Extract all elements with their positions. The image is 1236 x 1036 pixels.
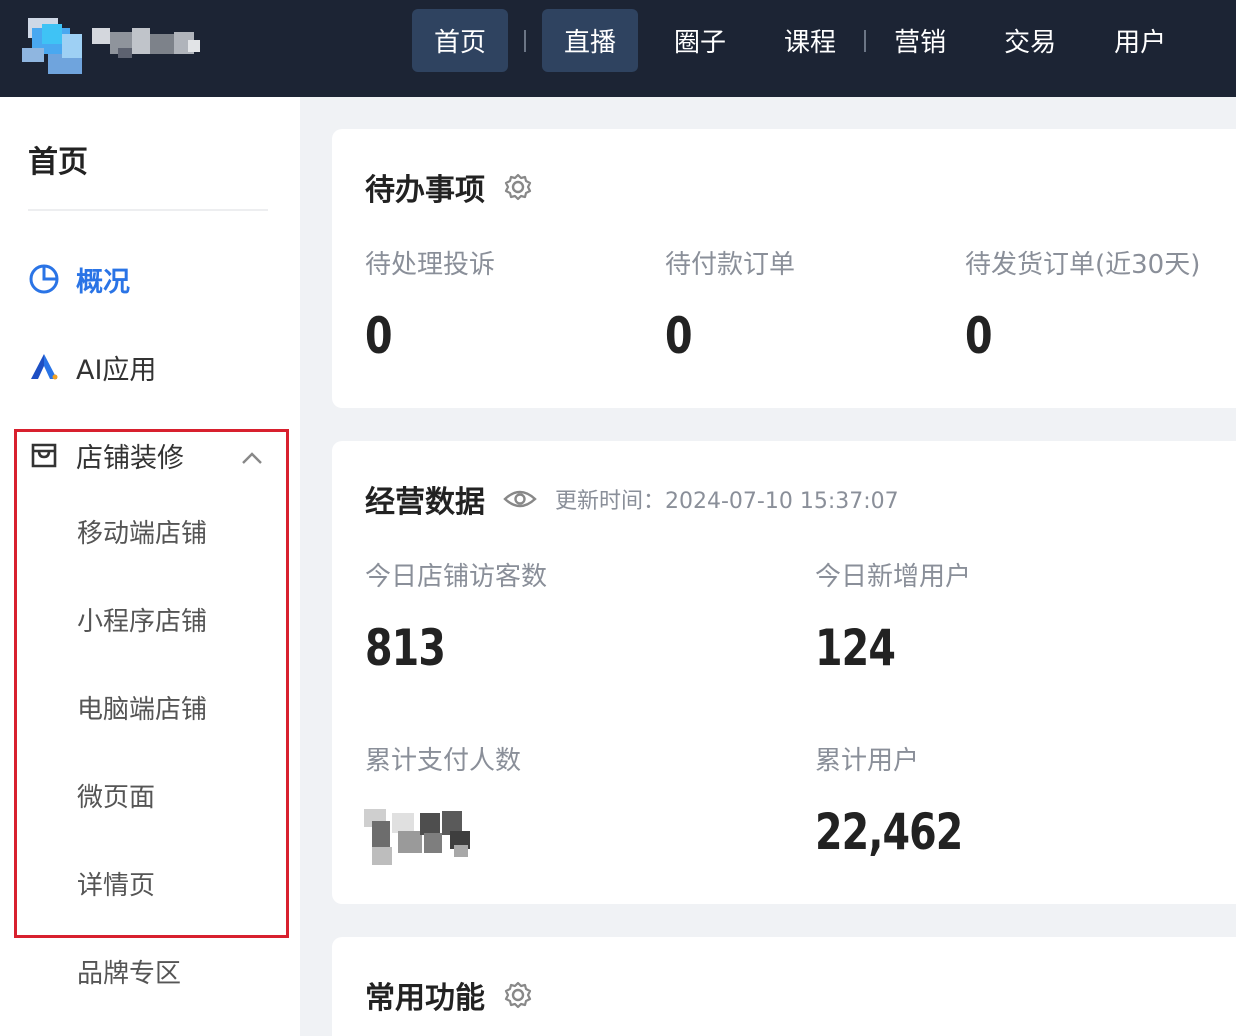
sidebar-item-label: AI应用 (76, 354, 157, 386)
stat-value[interactable]: 22,462 (815, 803, 963, 861)
sidebar-divider (28, 209, 268, 211)
nav-tab-course[interactable]: 课程 (762, 9, 858, 72)
stat-value[interactable]: 0 (965, 307, 993, 365)
nav-divider (524, 29, 527, 52)
blurred-value (358, 807, 482, 873)
sidebar-item-label: 概况 (76, 266, 130, 298)
todo-card-header: 待办事项 (365, 165, 533, 209)
pie-chart-icon (28, 263, 60, 295)
nav-tab-circle[interactable]: 圈子 (652, 9, 748, 72)
business-card-header: 经营数据 更新时间：2024-07-10 15:37:07 (365, 477, 899, 521)
top-navigation-bar: 首页 直播 圈子 课程 营销 交易 用户 (0, 0, 1236, 97)
update-time: 更新时间：2024-07-10 15:37:07 (555, 489, 899, 514)
sidebar: 首页 概况 AI应用 店铺装修 移动端店铺 小程序店铺 电脑端店铺 微页面 详情… (0, 97, 300, 1036)
highlight-box (14, 429, 289, 938)
stat-label: 今日店铺访客数 (365, 562, 548, 592)
business-data-card: 经营数据 更新时间：2024-07-10 15:37:07 今日店铺访客数 81… (332, 441, 1236, 904)
sidebar-item-overview[interactable]: 概况 (28, 259, 130, 299)
nav-tab-users[interactable]: 用户 (1092, 9, 1188, 72)
todo-card: 待办事项 待处理投诉 0 待付款订单 0 待发货订单(近30天) 0 (332, 129, 1236, 408)
sidebar-item-ai[interactable]: AI应用 (28, 347, 156, 387)
nav-tab-trade[interactable]: 交易 (982, 9, 1078, 72)
card-title: 待办事项 (365, 173, 485, 208)
card-title: 经营数据 (365, 485, 485, 520)
nav-divider (864, 29, 867, 52)
stat-value[interactable]: 124 (815, 619, 896, 677)
stat-value[interactable]: 0 (365, 307, 393, 365)
stat-label: 待发货订单(近30天) (965, 250, 1201, 280)
eye-icon[interactable] (503, 487, 537, 511)
stat-label: 待付款订单 (665, 250, 796, 280)
stat-label: 累计支付人数 (365, 746, 522, 776)
common-functions-card: 常用功能 (332, 937, 1236, 1036)
stat-label: 累计用户 (815, 746, 920, 776)
sidebar-sub-item-brand-zone[interactable]: 品牌专区 (77, 953, 181, 990)
nav-tab-marketing[interactable]: 营销 (872, 9, 968, 72)
ai-logo-icon (28, 351, 60, 383)
stat-value[interactable]: 813 (365, 619, 446, 677)
main-nav: 首页 直播 圈子 课程 营销 交易 用户 (412, 9, 1188, 72)
stat-label: 待处理投诉 (365, 250, 496, 280)
nav-tab-home[interactable]: 首页 (412, 9, 509, 72)
settings-gear-icon[interactable] (503, 172, 533, 202)
sidebar-title: 首页 (28, 145, 88, 180)
settings-gear-icon[interactable] (503, 980, 533, 1010)
common-card-header: 常用功能 (365, 973, 533, 1017)
nav-tab-live[interactable]: 直播 (542, 9, 639, 72)
card-title: 常用功能 (365, 981, 485, 1016)
stat-label: 今日新增用户 (815, 562, 972, 592)
app-logo[interactable] (18, 14, 218, 76)
stat-value[interactable]: 0 (665, 307, 693, 365)
